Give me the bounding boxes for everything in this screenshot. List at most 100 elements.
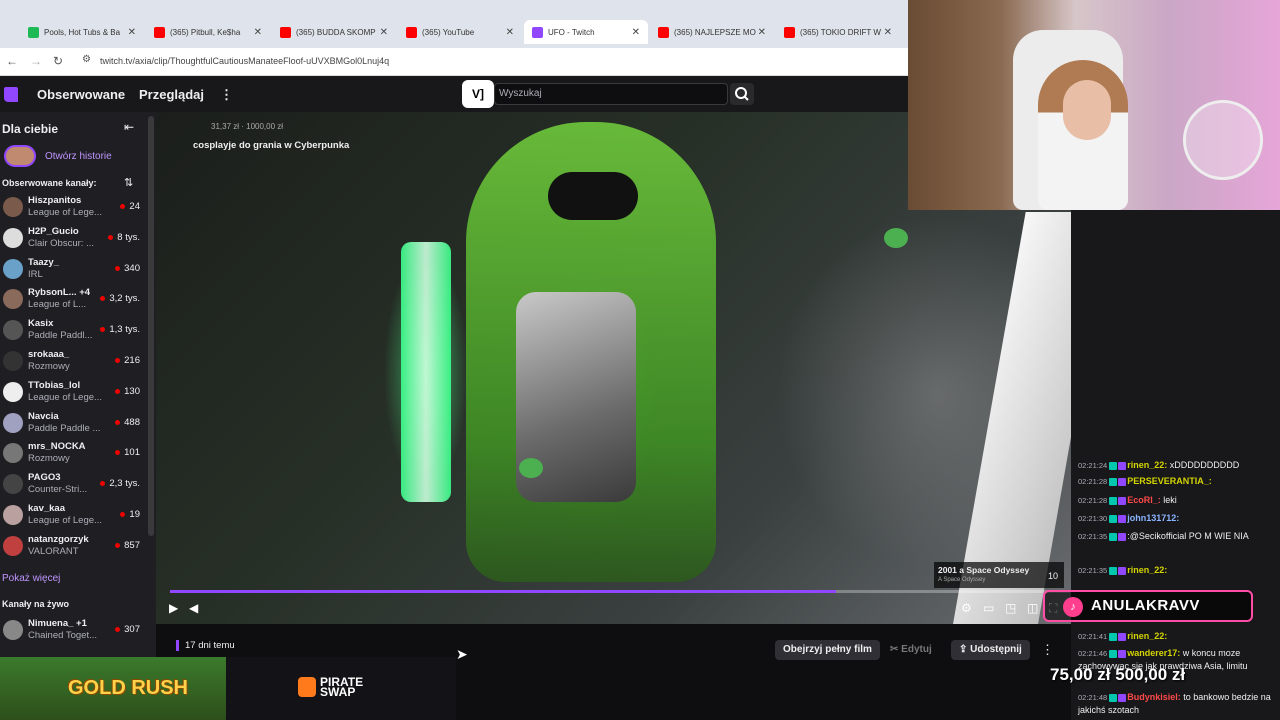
sidebar-channel[interactable]: H2P_Gucio Clair Obscur: ... 8 tys.: [0, 223, 148, 253]
settings-icon[interactable]: ⚙: [961, 601, 972, 615]
channel-game: League of Lege...: [28, 207, 102, 218]
close-icon[interactable]: ✕: [128, 27, 136, 38]
tab-title: (365) YouTube: [422, 27, 475, 37]
search-button[interactable]: [730, 83, 754, 105]
forward-icon[interactable]: →: [30, 54, 42, 68]
browser-tab[interactable]: (365) TOKIO DRIFT W ✕: [776, 20, 900, 44]
sidebar-channel[interactable]: Taazy_ IRL 340: [0, 254, 148, 284]
chat-timestamp: 02:21:30: [1078, 514, 1108, 523]
badge-icon: [1109, 496, 1118, 505]
chat-message: 02:21:41 rinen_22:: [1078, 630, 1278, 643]
chat-username[interactable]: rinen_22:: [1127, 460, 1167, 470]
pirate-swap-ad[interactable]: PIRATE SWAP: [298, 676, 363, 699]
sub-badge-icon: [1118, 496, 1127, 505]
chat-timestamp: 02:21:28: [1078, 496, 1108, 505]
edit-button[interactable]: ✂ Edytuj: [882, 640, 940, 660]
stories-avatar[interactable]: [4, 145, 36, 167]
collapse-icon[interactable]: ⇤: [124, 120, 134, 134]
channel-name: RybsonL... +4: [28, 287, 91, 299]
chat-username[interactable]: john131712:: [1127, 513, 1179, 523]
share-button[interactable]: ⇪ Udostępnij: [951, 640, 1030, 660]
viewer-count: 307: [115, 624, 140, 635]
sidebar-channel[interactable]: RybsonL... +4 League of L... 3,2 tys.: [0, 284, 148, 314]
chat-username[interactable]: rinen_22:: [1127, 631, 1167, 641]
watch-full-button[interactable]: Obejrzyj pełny film: [775, 640, 880, 660]
open-stories-link[interactable]: Otwórz historie: [45, 151, 112, 162]
channel-name: mrs_NOCKA: [28, 441, 86, 453]
play-icon[interactable]: ▶: [169, 601, 178, 615]
site-info-icon[interactable]: ⚙: [82, 54, 91, 65]
nav-more-icon[interactable]: ⋮: [220, 87, 233, 103]
layout-icon[interactable]: ◫: [1027, 601, 1038, 615]
sidebar-channel[interactable]: Navcia Paddle Paddle ... 488: [0, 408, 148, 438]
edit-label: Edytuj: [901, 644, 932, 655]
sidebar-channel[interactable]: mrs_NOCKA Rozmowy 101: [0, 438, 148, 468]
swap-label: SWAP: [320, 685, 356, 699]
channel-game: VALORANT: [28, 545, 79, 557]
channel-game: League of L...: [28, 299, 87, 311]
url-input[interactable]: twitch.tv/axia/clip/ThoughtfulCautiousMa…: [100, 56, 389, 66]
sidebar-channel[interactable]: Nimuena_ +1 Chained Toget... 307: [0, 615, 148, 645]
avatar: [3, 258, 23, 279]
browser-tab[interactable]: (365) Pitbull, Ke$ha ✕: [146, 20, 270, 44]
browser-tab[interactable]: Pools, Hot Tubs & Ba ✕: [20, 20, 144, 44]
chat-username[interactable]: EcoRl_:: [1127, 495, 1161, 505]
close-icon[interactable]: ✕: [254, 27, 262, 38]
browser-tab-active[interactable]: UFO - Twitch ✕: [524, 20, 648, 44]
video-progress-bar[interactable]: [170, 590, 1070, 593]
gold-rush-label: GOLD RUSH: [68, 677, 188, 699]
close-icon[interactable]: ✕: [506, 27, 514, 38]
avatar: [3, 227, 23, 248]
more-options-icon[interactable]: ⋮: [1041, 642, 1054, 658]
sidebar-scrollbar[interactable]: [148, 116, 154, 536]
chat-timestamp: 02:21:41: [1078, 632, 1108, 641]
search-input[interactable]: Wyszukaj: [494, 83, 728, 105]
nav-browse[interactable]: Przeglądaj: [139, 87, 204, 102]
live-dot-icon: [115, 419, 121, 425]
pip-icon[interactable]: ◳: [1005, 601, 1016, 615]
channel-name: Nimuena_ +1: [28, 618, 87, 629]
chat-message: 02:21:28 EcoRl_: leki: [1078, 494, 1278, 507]
show-more-link[interactable]: Pokaż więcej: [2, 573, 60, 584]
close-icon[interactable]: ✕: [758, 27, 766, 38]
close-icon[interactable]: ✕: [884, 27, 892, 38]
sort-icon[interactable]: ⇅: [124, 176, 133, 189]
theatre-mode-icon[interactable]: ▭: [983, 601, 994, 615]
gold-rush-ad[interactable]: GOLD RUSH: [0, 657, 226, 720]
volume-icon[interactable]: ◀: [189, 601, 198, 615]
sidebar-channel[interactable]: PAGO3 Counter-Stri... 2,3 tys.: [0, 469, 148, 499]
reload-icon[interactable]: ↻: [53, 54, 63, 68]
sidebar-channel[interactable]: Kasix Paddle Paddl... 1,3 tys.: [0, 315, 148, 345]
address-bar: ← → ↻ ⚙ twitch.tv/axia/clip/ThoughtfulCa…: [0, 48, 908, 76]
sidebar-channel[interactable]: kav_kaa League of Lege... 19: [0, 500, 148, 530]
chat-username[interactable]: PERSEVERANTIA_:: [1127, 476, 1212, 486]
chat-username[interactable]: Budynkisiel:: [1127, 692, 1181, 702]
chat-username[interactable]: wanderer17:: [1127, 648, 1180, 658]
chat-username[interactable]: rinen_22:: [1127, 565, 1167, 575]
badge-icon: [1109, 532, 1118, 541]
browser-tab[interactable]: (365) YouTube ✕: [398, 20, 522, 44]
live-dot-icon: [115, 450, 121, 456]
sidebar-channel[interactable]: TTobias_lol League of Lege... 130: [0, 377, 148, 407]
chat-timestamp: 02:21:35: [1078, 566, 1108, 575]
browser-tab[interactable]: (365) NAJLEPSZE MO ✕: [650, 20, 774, 44]
back-icon[interactable]: ←: [6, 54, 18, 68]
live-dot-icon: [120, 203, 126, 209]
streamer-face: [1063, 80, 1111, 140]
nav-following[interactable]: Obserwowane: [37, 87, 125, 102]
channel-name: natanzgorzyk: [28, 533, 89, 545]
viewer-count: 1,3 tys.: [100, 324, 140, 335]
live-dot-icon: [115, 626, 121, 632]
close-icon[interactable]: ✕: [380, 27, 388, 38]
channel-game: Paddle Paddle ...: [28, 422, 101, 434]
tab-title: (365) TOKIO DRIFT W: [800, 27, 881, 37]
close-icon[interactable]: ✕: [632, 27, 640, 38]
browser-tab[interactable]: (365) BUDDA SKOMP ✕: [272, 20, 396, 44]
live-dot-icon: [120, 511, 126, 517]
twitch-logo-icon[interactable]: [4, 87, 18, 102]
video-downloader-icon[interactable]: V]: [462, 80, 494, 108]
sidebar-channel[interactable]: natanzgorzyk VALORANT 857: [0, 531, 148, 561]
live-dot-icon: [100, 481, 106, 487]
sidebar-channel[interactable]: srokaaa_ Rozmowy 216: [0, 346, 148, 376]
sidebar-channel[interactable]: Hiszpanitos League of Lege... 24: [0, 192, 148, 222]
